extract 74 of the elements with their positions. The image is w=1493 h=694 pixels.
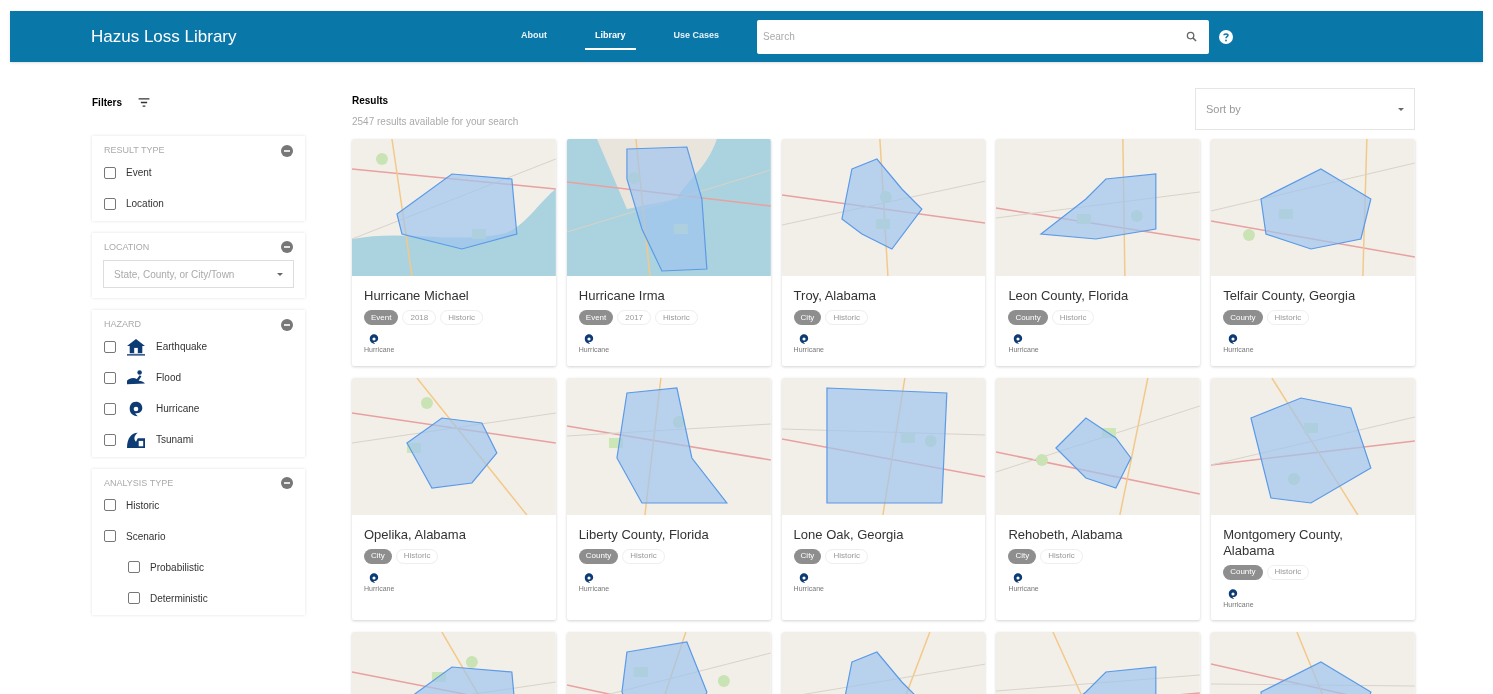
tag: City bbox=[1008, 548, 1037, 564]
option-label: Earthquake bbox=[156, 340, 208, 354]
filters-heading: Filters bbox=[92, 96, 122, 110]
nav-tab[interactable]: Use Cases bbox=[663, 22, 730, 51]
checkbox[interactable] bbox=[128, 561, 140, 573]
hurricane-icon bbox=[797, 571, 810, 584]
checkbox[interactable] bbox=[104, 340, 116, 353]
card-title: Telfair County, Georgia bbox=[1223, 288, 1357, 304]
card-title: Hurricane Irma bbox=[578, 288, 666, 304]
help-icon[interactable] bbox=[1219, 29, 1234, 44]
minus-circle-icon[interactable] bbox=[281, 144, 293, 157]
hurricane-icon bbox=[582, 333, 595, 345]
swimmer-icon bbox=[126, 368, 146, 387]
wave-icon bbox=[126, 430, 146, 449]
option-label: Tsunami bbox=[156, 433, 194, 447]
tag: Event bbox=[578, 310, 614, 325]
card-title: Rehobeth, Alabama bbox=[1008, 526, 1124, 543]
hurricane-icon bbox=[1227, 333, 1240, 345]
card-title: Leon County, Florida bbox=[1008, 288, 1130, 304]
minus-circle-icon[interactable] bbox=[281, 241, 293, 254]
card-title: Troy, Alabama bbox=[793, 288, 877, 304]
tag: County bbox=[1223, 564, 1263, 580]
option-label: Location bbox=[126, 197, 164, 211]
card-title: Lone Oak, Georgia bbox=[793, 526, 905, 543]
option-label: Flood bbox=[156, 371, 181, 385]
checkbox[interactable] bbox=[104, 197, 116, 210]
option-label: Deterministic bbox=[150, 591, 208, 606]
option-label: Event bbox=[126, 166, 152, 180]
tag: City bbox=[364, 548, 392, 564]
minus-circle-icon[interactable] bbox=[281, 477, 293, 490]
hurricane-icon bbox=[1012, 333, 1025, 345]
tag: City bbox=[793, 310, 822, 325]
tag: County bbox=[1008, 310, 1048, 325]
checkbox[interactable] bbox=[104, 371, 116, 384]
results-heading: Results bbox=[352, 94, 390, 108]
site-title: Hazus Loss Library bbox=[91, 25, 238, 48]
tag: County bbox=[578, 548, 619, 564]
filter-heading: HAZARD bbox=[104, 318, 141, 331]
checkbox[interactable] bbox=[104, 499, 116, 511]
caret-icon bbox=[1398, 107, 1404, 111]
hurricane-icon bbox=[1227, 587, 1240, 600]
minus-circle-icon[interactable] bbox=[281, 318, 293, 331]
checkbox[interactable] bbox=[104, 433, 116, 446]
checkbox[interactable] bbox=[128, 592, 140, 604]
tag: Event bbox=[364, 310, 399, 325]
filter-heading: RESULT TYPE bbox=[104, 144, 165, 157]
checkbox[interactable] bbox=[104, 402, 116, 415]
search-icon[interactable] bbox=[1186, 30, 1198, 42]
tag: City bbox=[793, 548, 822, 564]
option-label: Historic bbox=[126, 498, 160, 513]
card-title: Opelika, Alabama bbox=[364, 526, 467, 543]
hurricane-icon bbox=[582, 571, 595, 584]
filter-icon[interactable] bbox=[138, 98, 150, 107]
hurricane-icon bbox=[368, 571, 380, 584]
nav-tab[interactable]: Library bbox=[585, 22, 636, 51]
card-title: Hurricane Michael bbox=[364, 288, 470, 304]
card-title: Montgomery County, Alabama bbox=[1223, 526, 1344, 559]
house-icon bbox=[126, 337, 146, 356]
filter-heading: LOCATION bbox=[104, 240, 150, 254]
caret-icon bbox=[277, 272, 283, 276]
option-label: Probabilistic bbox=[150, 560, 204, 575]
card-title: Liberty County, Florida bbox=[578, 526, 710, 543]
option-label: Scenario bbox=[126, 529, 166, 544]
checkbox[interactable] bbox=[104, 530, 116, 542]
search-field[interactable]: Search bbox=[757, 19, 1210, 54]
option-label: Hurricane bbox=[156, 402, 200, 416]
filter-heading: ANALYSIS TYPE bbox=[104, 476, 174, 490]
nav-tab[interactable]: About bbox=[511, 22, 557, 51]
hurricane-icon bbox=[797, 333, 810, 345]
tag: County bbox=[1223, 310, 1263, 325]
results-count: 2547 results available for your search bbox=[352, 115, 519, 129]
checkbox[interactable] bbox=[104, 166, 116, 179]
hurricane-icon bbox=[1012, 571, 1025, 584]
hurricane-icon bbox=[368, 333, 380, 345]
